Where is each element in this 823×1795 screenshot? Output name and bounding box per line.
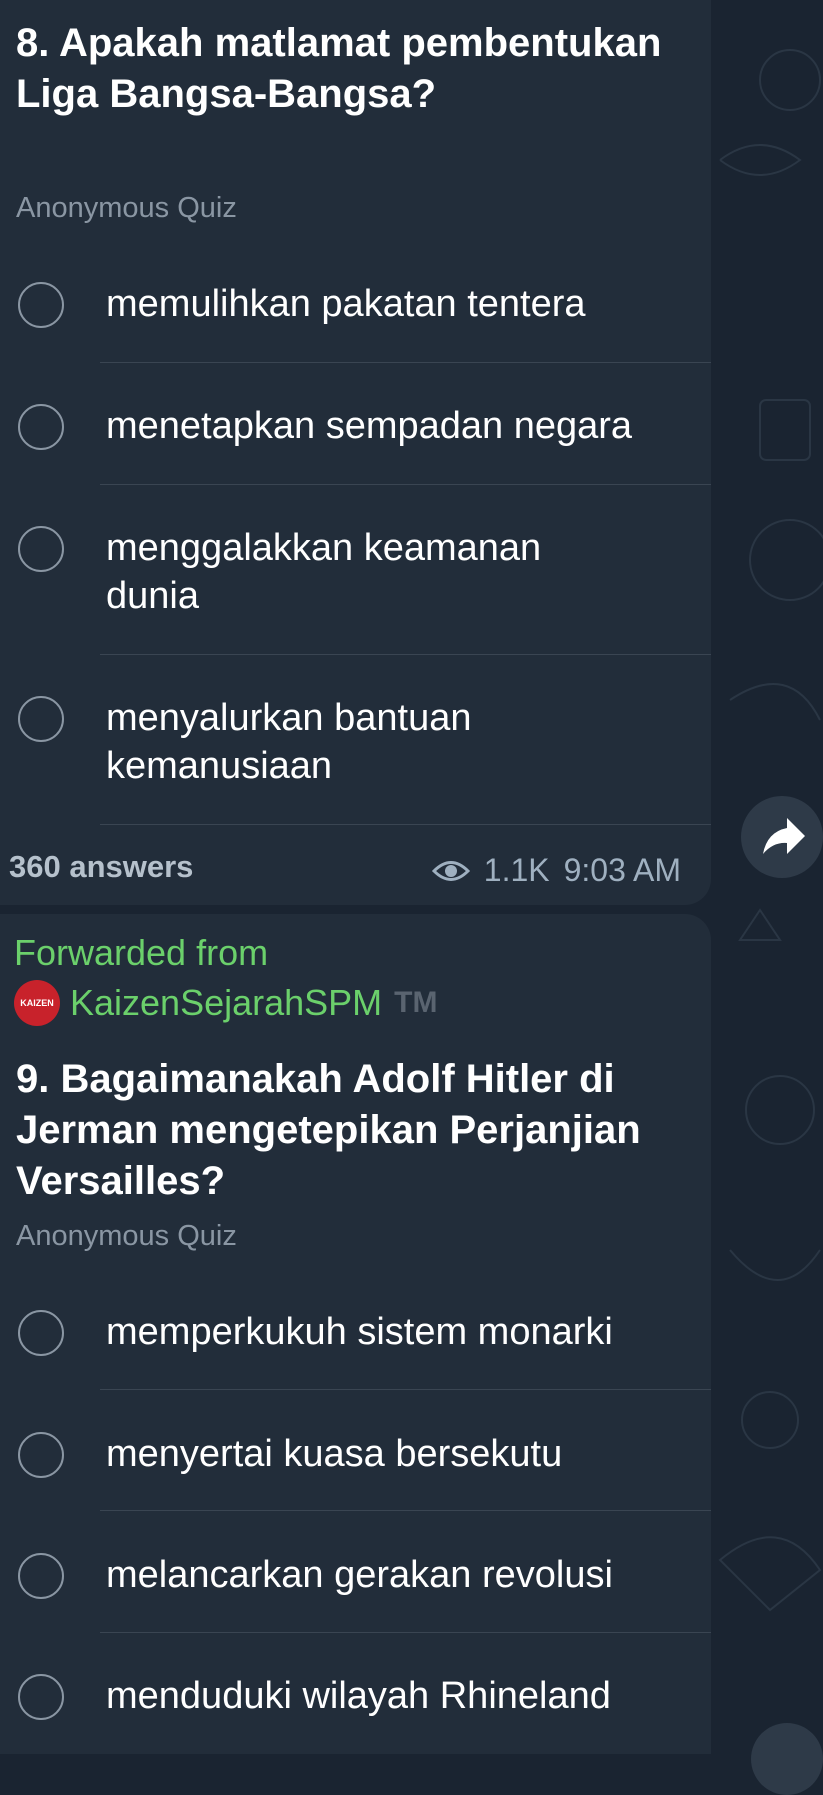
quiz-question: 9. Bagaimanakah Adolf Hitler di Jerman m… bbox=[16, 1057, 641, 1203]
option-label: memperkukuh sistem monarki bbox=[106, 1311, 613, 1353]
scroll-down-button[interactable] bbox=[751, 1723, 823, 1795]
quiz-question: 8. Apakah matlamat pembentukan Liga Bang… bbox=[16, 21, 662, 116]
quiz-message-bubble: 8. Apakah matlamat pembentukan Liga Bang… bbox=[0, 0, 711, 905]
divider bbox=[100, 484, 711, 485]
message-time: 9:03 AM bbox=[563, 852, 681, 888]
view-count: 1.1K bbox=[483, 852, 550, 888]
option-label: menyertai kuasa bersekutu bbox=[106, 1433, 563, 1475]
share-button[interactable] bbox=[741, 796, 823, 878]
option-label: menetapkan sempadan negara bbox=[106, 405, 633, 447]
option-label: memulihkan pakatan tentera bbox=[106, 283, 586, 325]
radio-circle-icon[interactable] bbox=[18, 404, 64, 450]
radio-circle-icon[interactable] bbox=[18, 1553, 64, 1599]
message-meta: 1.1K 9:03 AM bbox=[431, 852, 681, 889]
channel-avatar[interactable]: KAIZEN bbox=[14, 980, 60, 1026]
divider bbox=[100, 824, 711, 825]
answer-count[interactable]: 360 answers bbox=[9, 849, 193, 885]
forwarded-source[interactable]: KAIZEN KaizenSejarahSPM TM bbox=[14, 980, 438, 1026]
quiz-type-label: Anonymous Quiz bbox=[16, 192, 237, 224]
trademark-badge: TM bbox=[394, 986, 438, 1019]
divider bbox=[100, 1510, 711, 1511]
share-arrow-icon bbox=[763, 818, 805, 854]
option-label: menduduki wilayah Rhineland bbox=[106, 1675, 611, 1717]
divider bbox=[100, 1389, 711, 1390]
radio-circle-icon[interactable] bbox=[18, 282, 64, 328]
option-label: menyalurkan bantuan kemanusiaan bbox=[106, 697, 472, 787]
radio-circle-icon[interactable] bbox=[18, 1432, 64, 1478]
radio-circle-icon[interactable] bbox=[18, 696, 64, 742]
eye-icon bbox=[431, 860, 470, 881]
divider bbox=[100, 654, 711, 655]
radio-circle-icon[interactable] bbox=[18, 1674, 64, 1720]
option-label: melancarkan gerakan revolusi bbox=[106, 1554, 613, 1596]
quiz-message-bubble: Forwarded from KAIZEN KaizenSejarahSPM T… bbox=[0, 914, 711, 1754]
option-label: menggalakkan keamanan dunia bbox=[106, 527, 542, 617]
channel-name[interactable]: KaizenSejarahSPM bbox=[70, 982, 382, 1024]
divider bbox=[100, 1632, 711, 1633]
radio-circle-icon[interactable] bbox=[18, 1310, 64, 1356]
quiz-type-label: Anonymous Quiz bbox=[16, 1220, 237, 1252]
divider bbox=[100, 362, 711, 363]
radio-circle-icon[interactable] bbox=[18, 526, 64, 572]
forwarded-from-label: Forwarded from bbox=[14, 932, 269, 973]
